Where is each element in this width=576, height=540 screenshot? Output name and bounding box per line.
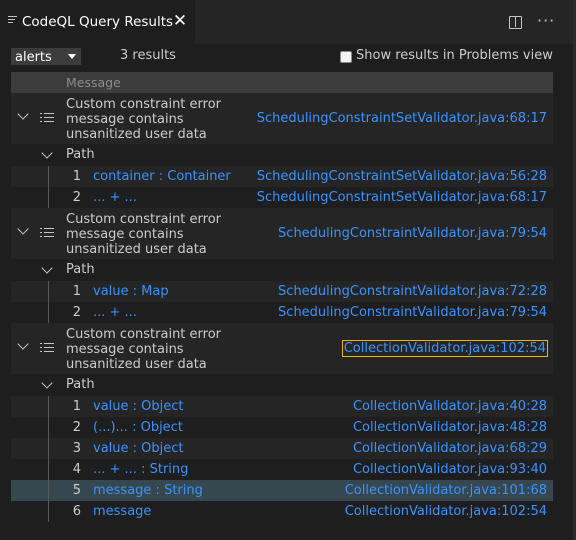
chevron-down-icon[interactable] bbox=[41, 262, 53, 274]
step-number: 4 bbox=[72, 462, 81, 477]
tab-title: CodeQL Query Results bbox=[22, 14, 174, 30]
path-step-row[interactable]: 2 ... + ... SchedulingConstraintValidato… bbox=[11, 302, 553, 323]
result-row[interactable]: Custom constraint error message contains… bbox=[11, 323, 553, 374]
path-row[interactable]: Path bbox=[11, 374, 553, 396]
step-number: 1 bbox=[72, 284, 81, 299]
step-location-link[interactable]: CollectionValidator.java:93:40 bbox=[353, 462, 547, 477]
path-label: Path bbox=[66, 262, 95, 277]
step-number: 2 bbox=[72, 305, 81, 320]
result-set-value: alerts bbox=[15, 50, 52, 65]
step-location-link[interactable]: SchedulingConstraintSetValidator.java:56… bbox=[257, 169, 547, 184]
chevron-down-icon[interactable] bbox=[17, 338, 29, 350]
column-header-message: Message bbox=[66, 75, 121, 90]
path-step-row-selected[interactable]: 5 message : String CollectionValidator.j… bbox=[11, 480, 553, 501]
step-text[interactable]: value : Object bbox=[93, 441, 184, 456]
chevron-down-icon bbox=[68, 54, 76, 59]
path-step-row[interactable]: 1 value : Object CollectionValidator.jav… bbox=[11, 396, 553, 417]
path-row[interactable]: Path bbox=[11, 259, 553, 281]
step-location-link[interactable]: CollectionValidator.java:102:54 bbox=[345, 504, 547, 519]
result-location-link[interactable]: SchedulingConstraintValidator.java:79:54 bbox=[278, 226, 547, 241]
close-icon[interactable]: ✕ bbox=[172, 12, 188, 30]
step-location-link[interactable]: CollectionValidator.java:48:28 bbox=[353, 420, 547, 435]
step-location-link[interactable]: CollectionValidator.java:68:29 bbox=[353, 441, 547, 456]
step-number: 1 bbox=[72, 399, 81, 414]
step-text[interactable]: message bbox=[93, 504, 151, 519]
result-message: Custom constraint error message contains… bbox=[66, 327, 222, 372]
step-text[interactable]: container : Container bbox=[93, 169, 231, 184]
path-row[interactable]: Path bbox=[11, 144, 553, 166]
result-row[interactable]: Custom constraint error message contains… bbox=[11, 208, 553, 259]
show-in-problems-label[interactable]: Show results in Problems view bbox=[356, 48, 553, 63]
step-location-link[interactable]: SchedulingConstraintValidator.java:72:28 bbox=[278, 284, 547, 299]
step-text[interactable]: (...)... : Object bbox=[93, 420, 183, 435]
split-editor-icon[interactable] bbox=[509, 16, 522, 29]
path-step-row[interactable]: 2 ... + ... SchedulingConstraintSetValid… bbox=[11, 187, 553, 208]
step-number: 5 bbox=[72, 483, 81, 498]
result-message: Custom constraint error message contains… bbox=[66, 212, 222, 257]
show-in-problems-checkbox[interactable] bbox=[340, 51, 352, 63]
step-text[interactable]: value : Map bbox=[93, 284, 169, 299]
path-label: Path bbox=[66, 377, 95, 392]
step-number: 2 bbox=[72, 420, 81, 435]
result-count: 3 results bbox=[120, 48, 176, 63]
more-actions-icon[interactable]: ··· bbox=[537, 13, 557, 29]
path-step-row[interactable]: 1 container : Container SchedulingConstr… bbox=[11, 166, 553, 187]
path-label: Path bbox=[66, 147, 95, 162]
step-number: 3 bbox=[72, 441, 81, 456]
path-step-row[interactable]: 3 value : Object CollectionValidator.jav… bbox=[11, 438, 553, 459]
preview-icon bbox=[8, 16, 17, 27]
step-text[interactable]: ... + ... : String bbox=[93, 462, 188, 477]
step-text[interactable]: ... + ... bbox=[93, 305, 137, 320]
result-message: Custom constraint error message contains… bbox=[66, 97, 222, 142]
result-location-link[interactable]: CollectionValidator.java:102:54 bbox=[341, 340, 549, 357]
result-location-link[interactable]: SchedulingConstraintSetValidator.java:68… bbox=[257, 111, 547, 126]
chevron-down-icon[interactable] bbox=[41, 377, 53, 389]
step-location-link[interactable]: SchedulingConstraintValidator.java:79:54 bbox=[278, 305, 547, 320]
path-step-row[interactable]: 4 ... + ... : String CollectionValidator… bbox=[11, 459, 553, 480]
step-text[interactable]: message : String bbox=[93, 483, 203, 498]
step-number: 1 bbox=[72, 169, 81, 184]
step-number: 2 bbox=[72, 190, 81, 205]
table-header: Message bbox=[11, 72, 553, 93]
step-number: 6 bbox=[72, 504, 81, 519]
step-location-link[interactable]: CollectionValidator.java:101:68 bbox=[345, 483, 547, 498]
step-location-link[interactable]: CollectionValidator.java:40:28 bbox=[353, 399, 547, 414]
result-set-select[interactable]: alerts bbox=[11, 48, 81, 65]
chevron-down-icon[interactable] bbox=[17, 108, 29, 120]
path-step-row[interactable]: 2 (...)... : Object CollectionValidator.… bbox=[11, 417, 553, 438]
path-step-row[interactable]: 1 value : Map SchedulingConstraintValida… bbox=[11, 281, 553, 302]
tab-codeql-query-results[interactable]: CodeQL Query Results ✕ bbox=[0, 0, 196, 44]
result-row[interactable]: Custom constraint error message contains… bbox=[11, 93, 553, 144]
chevron-down-icon[interactable] bbox=[17, 223, 29, 235]
list-icon bbox=[40, 343, 54, 353]
tab-bar: CodeQL Query Results ✕ ··· bbox=[0, 0, 576, 44]
chevron-down-icon[interactable] bbox=[41, 147, 53, 159]
list-icon bbox=[40, 228, 54, 238]
step-text[interactable]: value : Object bbox=[93, 399, 184, 414]
path-step-row[interactable]: 6 message CollectionValidator.java:102:5… bbox=[11, 501, 553, 522]
list-icon bbox=[40, 113, 54, 123]
step-text[interactable]: ... + ... bbox=[93, 190, 137, 205]
step-location-link[interactable]: SchedulingConstraintSetValidator.java:68… bbox=[257, 190, 547, 205]
